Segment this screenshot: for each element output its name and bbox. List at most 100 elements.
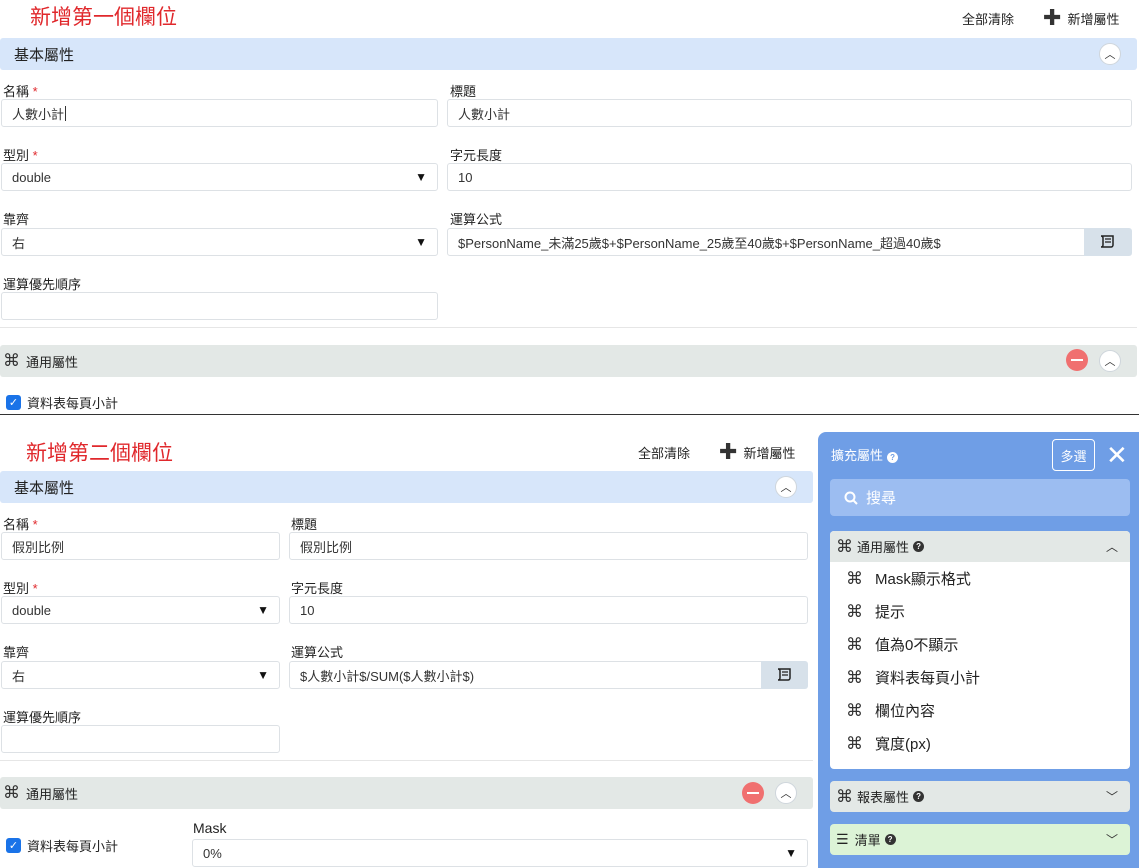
name-field[interactable]: 人數小計 <box>1 99 438 127</box>
panel-group-list[interactable]: ☰ 清單? ﹀ <box>830 824 1130 855</box>
section1-add-attr-button[interactable]: ✚ 新增屬性 <box>1043 7 1119 29</box>
chevron-up-icon[interactable]: ︿ <box>775 476 797 498</box>
command-gear-icon: ⌘ <box>846 634 863 654</box>
command-icon: ⌘ <box>3 783 20 802</box>
panel-item[interactable]: ⌘ 寬度(px) <box>830 727 1130 760</box>
section2-clear-all-button[interactable]: 全部清除 <box>638 443 690 462</box>
chevron-down-icon: ﹀ <box>1105 833 1118 847</box>
name-field[interactable]: 假別比例 <box>1 532 280 560</box>
panel-item[interactable]: ⌘ 欄位內容 <box>830 694 1130 727</box>
align-select[interactable]: 右 ▼ <box>1 661 280 689</box>
remove-icon[interactable] <box>1066 349 1088 371</box>
chevron-down-icon: ﹀ <box>1105 790 1118 804</box>
plus-icon: ✚ <box>1043 5 1062 30</box>
remove-icon[interactable] <box>742 782 764 804</box>
section2-common-header: ⌘ 通用屬性 <box>0 777 813 809</box>
priority-label: 運算優先順序 <box>3 710 82 725</box>
dropdown-icon: ▼ <box>415 235 427 249</box>
title-label: 標題 <box>450 84 477 99</box>
chevron-up-icon[interactable]: ︿ <box>775 782 797 804</box>
type-select[interactable]: double ▼ <box>1 596 280 624</box>
dropdown-icon: ▼ <box>415 170 427 184</box>
multi-select-button[interactable]: 多選 <box>1052 439 1095 471</box>
command-gear-icon: ⌘ <box>846 700 863 720</box>
chevron-up-icon[interactable]: ︿ <box>1099 350 1121 372</box>
formula-icon[interactable] <box>761 661 808 689</box>
section2-add-attr-button[interactable]: ✚ 新增屬性 <box>719 441 795 463</box>
command-icon: ⌘ <box>836 536 853 556</box>
priority-field[interactable] <box>1 725 280 753</box>
section1-basic-header: 基本屬性 <box>0 38 1137 70</box>
panel-group-common: ⌘ 通用屬性? ︿ ⌘ Mask顯示格式 ⌘ 提示 ⌘ 值為0不顯示 ⌘ 資料表每頁小計… <box>830 531 1130 769</box>
help-icon: ? <box>887 452 899 463</box>
plus-icon: ✚ <box>719 439 738 464</box>
section-title: 基本屬性 <box>14 479 75 497</box>
panel-item[interactable]: ⌘ Mask顯示格式 <box>830 562 1130 595</box>
panel-group-header[interactable]: ⌘ 通用屬性? ︿ <box>830 531 1130 562</box>
list-icon: ☰ <box>836 831 849 847</box>
align-label: 靠齊 <box>3 645 30 660</box>
formula-icon[interactable] <box>1084 228 1132 256</box>
close-icon[interactable]: ✕ <box>1106 442 1128 468</box>
dropdown-icon: ▼ <box>257 668 269 682</box>
panel-item[interactable]: ⌘ 提示 <box>830 595 1130 628</box>
dropdown-icon: ▼ <box>785 846 797 860</box>
command-gear-icon: ⌘ <box>846 667 863 687</box>
section2-basic-header: 基本屬性 <box>0 471 813 503</box>
priority-label: 運算優先順序 <box>3 277 82 292</box>
dropdown-icon: ▼ <box>257 603 269 617</box>
section1-heading: 新增第一個欄位 <box>30 6 177 29</box>
divider <box>0 327 1137 328</box>
align-label: 靠齊 <box>3 212 30 227</box>
title-field[interactable]: 人數小計 <box>447 99 1132 127</box>
checkbox-icon[interactable]: ✓ <box>6 395 21 410</box>
name-label: 名稱 * <box>3 517 38 532</box>
search-input[interactable]: 搜尋 <box>830 479 1130 516</box>
section-divider <box>0 414 1139 415</box>
title-label: 標題 <box>291 517 318 532</box>
extension-panel: 擴充屬性? 多選 ✕ 搜尋 ⌘ 通用屬性? ︿ ⌘ Mask顯示格式 ⌘ 提示 ⌘ 值… <box>818 432 1139 868</box>
help-icon: ? <box>913 791 925 802</box>
command-icon: ⌘ <box>3 351 20 370</box>
checkbox-icon[interactable]: ✓ <box>6 838 21 853</box>
subtotal-checkbox[interactable]: ✓ 資料表每頁小計 <box>6 836 118 855</box>
section-title: 通用屬性 <box>26 354 79 370</box>
panel-item[interactable]: ⌘ 資料表每頁小計 <box>830 661 1130 694</box>
help-icon: ? <box>913 541 925 552</box>
type-label: 型別 * <box>3 581 38 596</box>
section-title: 基本屬性 <box>14 46 75 64</box>
formula-field[interactable]: $人數小計$/SUM($人數小計$) <box>289 661 762 689</box>
panel-group-report[interactable]: ⌘ 報表屬性? ﹀ <box>830 781 1130 812</box>
chevron-up-icon[interactable]: ︿ <box>1099 43 1121 65</box>
type-select[interactable]: double ▼ <box>1 163 438 191</box>
mask-select[interactable]: 0% ▼ <box>192 839 808 867</box>
section2-heading: 新增第二個欄位 <box>26 442 173 465</box>
section1-clear-all-button[interactable]: 全部清除 <box>962 9 1014 28</box>
formula-field[interactable]: $PersonName_未滿25歲$+$PersonName_25歲至40歲$+… <box>447 228 1085 256</box>
charlen-field[interactable]: 10 <box>447 163 1132 191</box>
section-title: 通用屬性 <box>26 786 79 802</box>
priority-field[interactable] <box>1 292 438 320</box>
command-gear-icon: ⌘ <box>846 601 863 621</box>
formula-label: 運算公式 <box>291 645 344 660</box>
charlen-field[interactable]: 10 <box>289 596 808 624</box>
section1-common-header: ⌘ 通用屬性 <box>0 345 1137 377</box>
panel-title: 擴充屬性? <box>831 445 899 464</box>
type-label: 型別 * <box>3 148 38 163</box>
charlen-label: 字元長度 <box>450 148 503 163</box>
align-select[interactable]: 右 ▼ <box>1 228 438 256</box>
help-icon: ? <box>884 834 896 845</box>
name-label: 名稱 * <box>3 84 38 99</box>
mask-label: Mask <box>193 820 227 836</box>
formula-label: 運算公式 <box>450 212 503 227</box>
command-gear-icon: ⌘ <box>846 568 863 588</box>
command-icon: ⌘ <box>836 786 853 806</box>
search-icon <box>844 491 858 505</box>
subtotal-checkbox[interactable]: ✓ 資料表每頁小計 <box>6 393 118 412</box>
divider <box>0 760 813 761</box>
chevron-up-icon: ︿ <box>1105 540 1118 554</box>
title-field[interactable]: 假別比例 <box>289 532 808 560</box>
panel-item[interactable]: ⌘ 值為0不顯示 <box>830 628 1130 661</box>
charlen-label: 字元長度 <box>291 581 344 596</box>
command-gear-icon: ⌘ <box>846 733 863 753</box>
